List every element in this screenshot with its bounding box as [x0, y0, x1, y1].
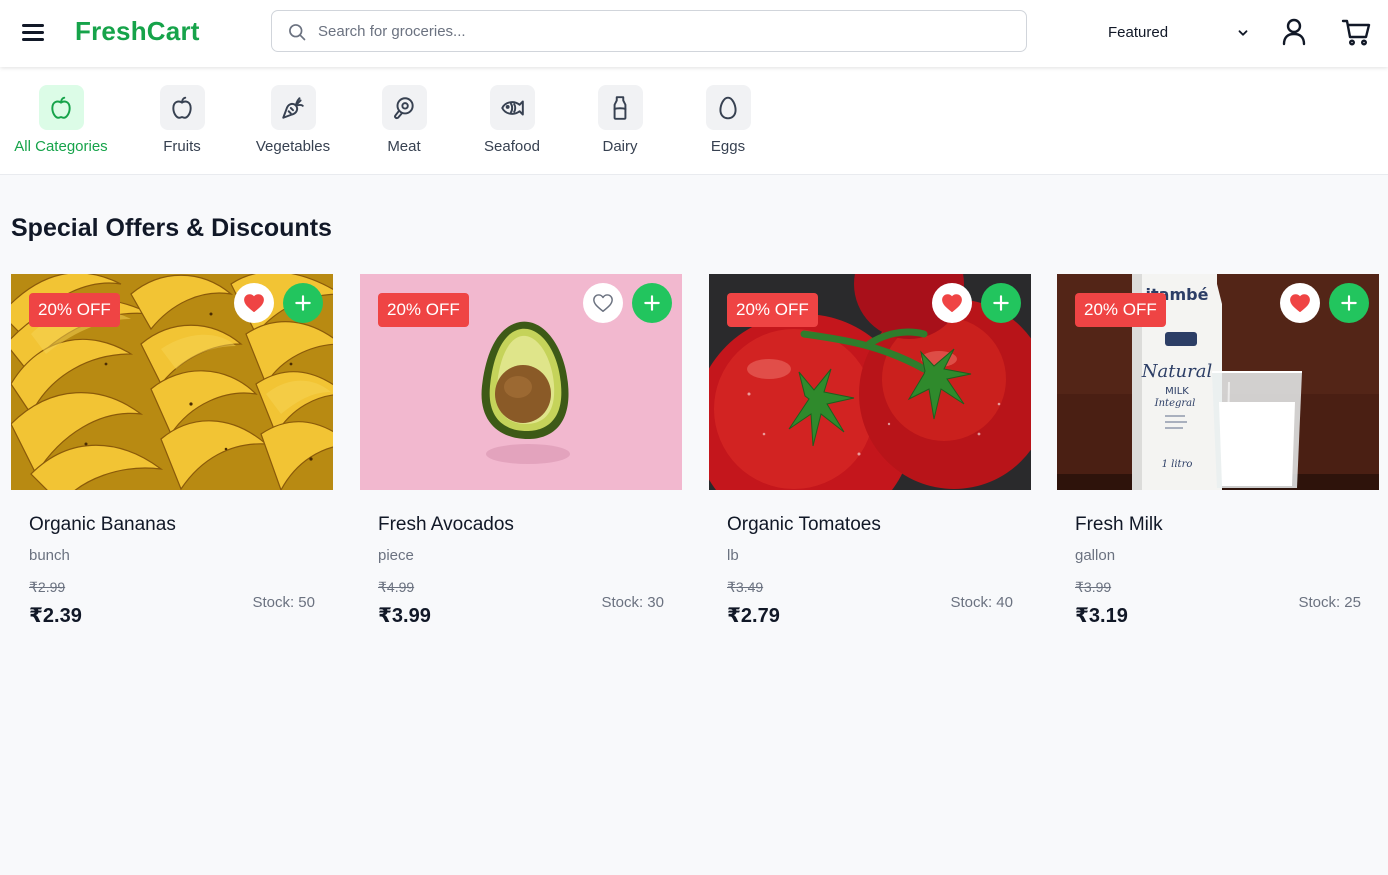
fish-icon [489, 85, 535, 130]
discount-badge: 20% OFF [378, 293, 469, 327]
logo[interactable]: FreshCart [75, 16, 200, 47]
original-price: ₹3.49 [727, 579, 764, 595]
plus-icon [295, 295, 311, 311]
sale-price: ₹2.39 [29, 605, 82, 627]
category-label: Vegetables [255, 138, 331, 155]
milk-icon [597, 85, 643, 130]
category-vegetables[interactable]: Vegetables [253, 85, 333, 155]
category-label: All Categories [14, 138, 108, 155]
category-bar: All Categories Fruits Vegetables Meat Se… [0, 67, 1388, 175]
heart-icon [593, 294, 613, 312]
user-icon[interactable] [1280, 17, 1308, 47]
menu-icon[interactable] [22, 21, 46, 43]
discount-badge: 20% OFF [727, 293, 818, 327]
stock-count: Stock: 30 [601, 594, 664, 611]
category-all[interactable]: All Categories [11, 85, 111, 155]
add-to-cart-button[interactable] [1329, 283, 1369, 323]
product-card[interactable]: 20% OFF Organic Tomatoes lb ₹3.49 ₹2.79 … [709, 274, 1031, 640]
milk-carton-text: Natural [1141, 361, 1213, 382]
heart-icon [244, 294, 264, 312]
product-card[interactable]: 20% OFF Organic Bananas bunch ₹2.99 ₹2.3… [11, 274, 333, 640]
sort-select[interactable]: Featured [1100, 19, 1254, 47]
beef-icon [381, 85, 427, 130]
stock-count: Stock: 25 [1298, 594, 1361, 611]
search-icon [289, 24, 306, 41]
discount-badge: 20% OFF [1075, 293, 1166, 327]
milk-carton-text: 1 litro [1162, 459, 1193, 470]
product-name[interactable]: Organic Bananas [29, 514, 176, 536]
category-seafood[interactable]: Seafood [476, 85, 548, 155]
section-title: Special Offers & Discounts [11, 214, 332, 242]
heart-icon [942, 294, 962, 312]
product-unit: gallon [1075, 547, 1116, 564]
search-bar[interactable] [271, 10, 1027, 52]
favorite-button[interactable] [583, 283, 623, 323]
product-unit: piece [378, 547, 414, 564]
favorite-button[interactable] [932, 283, 972, 323]
product-name[interactable]: Fresh Avocados [378, 514, 514, 536]
category-label: Seafood [484, 138, 540, 155]
category-label: Dairy [602, 138, 638, 155]
category-fruits[interactable]: Fruits [150, 85, 214, 155]
product-unit: lb [727, 547, 739, 564]
product-name[interactable]: Organic Tomatoes [727, 514, 881, 536]
plus-icon [993, 295, 1009, 311]
plus-icon [644, 295, 660, 311]
category-label: Eggs [710, 138, 746, 155]
heart-icon [1290, 294, 1310, 312]
add-to-cart-button[interactable] [981, 283, 1021, 323]
add-to-cart-button[interactable] [283, 283, 323, 323]
favorite-button[interactable] [1280, 283, 1320, 323]
milk-carton-text: Integral [1154, 398, 1196, 409]
sale-price: ₹2.79 [727, 605, 780, 627]
favorite-button[interactable] [234, 283, 274, 323]
plus-icon [1341, 295, 1357, 311]
apple-icon [159, 85, 205, 130]
sort-selected-value: Featured [1108, 24, 1169, 41]
milk-carton-text: MILK [1165, 386, 1189, 397]
category-label: Meat [387, 138, 421, 155]
category-meat[interactable]: Meat [372, 85, 436, 155]
original-price: ₹2.99 [29, 579, 66, 595]
sale-price: ₹3.99 [378, 605, 431, 627]
category-dairy[interactable]: Dairy [588, 85, 652, 155]
product-unit: bunch [29, 547, 70, 564]
product-card[interactable]: Natural MILK Integral 1 litro itambé 20%… [1057, 274, 1379, 640]
apple-icon [38, 85, 84, 130]
category-eggs[interactable]: Eggs [696, 85, 760, 155]
egg-icon [705, 85, 751, 130]
original-price: ₹3.99 [1075, 579, 1112, 595]
original-price: ₹4.99 [378, 579, 415, 595]
product-card[interactable]: 20% OFF Fresh Avocados piece ₹4.99 ₹3.99… [360, 274, 682, 640]
carrot-icon [270, 85, 316, 130]
top-header: FreshCart Featured [0, 0, 1388, 67]
discount-badge: 20% OFF [29, 293, 120, 327]
category-label: Fruits [163, 138, 201, 155]
stock-count: Stock: 50 [252, 594, 315, 611]
product-name[interactable]: Fresh Milk [1075, 514, 1163, 536]
sale-price: ₹3.19 [1075, 605, 1128, 627]
search-input[interactable] [318, 17, 1008, 45]
stock-count: Stock: 40 [950, 594, 1013, 611]
add-to-cart-button[interactable] [632, 283, 672, 323]
chevron-down-icon [1238, 30, 1248, 36]
cart-icon[interactable] [1341, 17, 1371, 47]
